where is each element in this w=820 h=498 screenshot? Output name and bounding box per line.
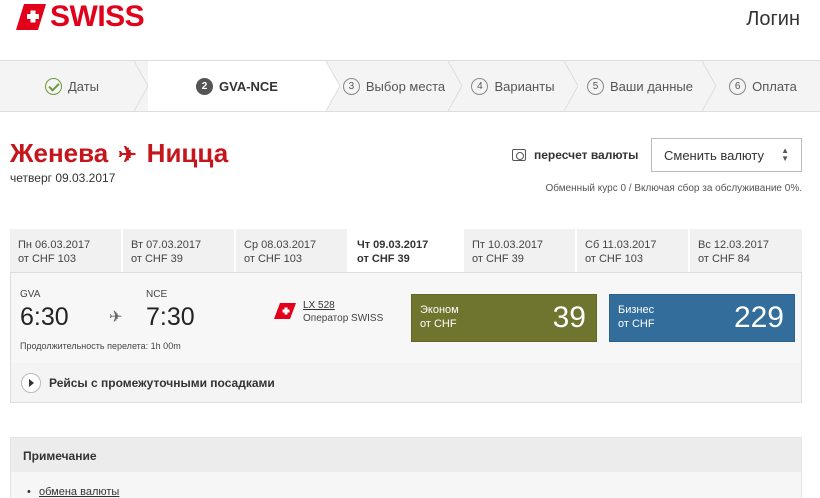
step-number: 3: [342, 77, 360, 95]
step-label: GVA-NCE: [219, 78, 278, 94]
step-number: 5: [587, 77, 605, 95]
date-tab-day: Чт 09.03.2017: [357, 239, 429, 251]
date-tab-price: от CHF 84: [698, 253, 750, 265]
date-tab[interactable]: Вт 07.03.2017 от CHF 39: [123, 229, 234, 272]
step-separator: [448, 61, 462, 111]
step-payment[interactable]: 6 Оплата: [716, 61, 810, 111]
bullet-icon: •: [27, 486, 31, 498]
expand-arrow-icon[interactable]: [21, 372, 41, 393]
step-seat-selection[interactable]: 3 Выбор места: [340, 61, 448, 111]
login-link[interactable]: Логин: [746, 8, 800, 31]
economy-fare-button[interactable]: Эконом от CHF 39: [411, 294, 597, 342]
date-tab-day: Ср 08.03.2017: [244, 239, 317, 251]
flight-row: GVA 6:30 ✈ NCE 7:30 Продолжительность пе…: [11, 273, 801, 363]
swiss-logo[interactable]: SWISS: [12, 0, 152, 33]
arrival-code: NCE: [146, 289, 168, 300]
step-options[interactable]: 4 Варианты: [462, 61, 564, 111]
currency-convert-link[interactable]: пересчет валюты: [512, 148, 638, 162]
date-tab[interactable]: Пн 06.03.2017 от CHF 103: [10, 229, 121, 272]
note-title: Примечание: [11, 438, 801, 472]
flight-card: GVA 6:30 ✈ NCE 7:30 Продолжительность пе…: [10, 272, 802, 403]
check-circle-icon: [44, 77, 62, 95]
step-label: Ваши данные: [610, 78, 693, 94]
currency-select-label: Сменить валюту: [664, 148, 764, 163]
date-tab-price: от CHF 39: [131, 253, 183, 265]
step-label: Выбор места: [365, 78, 446, 94]
airplane-icon: ✈: [109, 309, 123, 326]
departure-time: 6:30: [20, 303, 69, 331]
currency-select[interactable]: Сменить валюту ▲ ▼: [651, 138, 802, 172]
step-label: Варианты: [494, 78, 555, 94]
date-tab[interactable]: Ср 08.03.2017 от CHF 103: [236, 229, 347, 272]
exchange-rate-note: Обменный курс 0 / Включая сбор за обслуж…: [545, 183, 802, 194]
step-number: 2: [196, 77, 213, 95]
step-number: 4: [471, 77, 489, 95]
fare-price: 39: [552, 301, 586, 334]
header: SWISS Логин: [0, 0, 820, 60]
step-separator: [564, 61, 578, 111]
step-route[interactable]: 2 GVA-NCE: [148, 61, 326, 111]
step-label: Даты: [67, 78, 100, 94]
destination-city: Ницца: [146, 138, 229, 168]
brand-name: SWISS: [50, 0, 145, 33]
select-arrows-icon: ▲ ▼: [781, 146, 789, 163]
origin-city: Женева: [10, 138, 109, 168]
step-label: Оплата: [752, 78, 797, 94]
swiss-flag-icon: [16, 4, 46, 30]
step-separator: [326, 61, 340, 111]
date-tab-price: от CHF 39: [472, 253, 524, 265]
date-tab-price: от CHF 39: [357, 253, 410, 265]
date-tabs: Пн 06.03.2017 от CHF 103 Вт 07.03.2017 о…: [10, 229, 802, 272]
connecting-flights-toggle[interactable]: Рейсы с промежуточными посадками: [11, 363, 801, 402]
date-tab[interactable]: Пт 10.03.2017 от CHF 39: [464, 229, 575, 272]
date-tab-day: Пт 10.03.2017: [472, 239, 544, 251]
currency-convert-label: пересчет валюты: [534, 148, 639, 162]
flight-number-link[interactable]: LX 528: [303, 300, 335, 311]
date-tab-day: Пн 06.03.2017: [18, 239, 91, 251]
date-tab-price: от CHF 103: [18, 253, 76, 265]
travel-date: четверг 09.03.2017: [10, 171, 116, 185]
route-title: Женева ✈ Ницца: [10, 138, 228, 169]
flight-operator: Оператор SWISS: [303, 313, 384, 324]
business-fare-button[interactable]: Бизнес от CHF 229: [609, 294, 795, 342]
step-separator: [134, 61, 148, 111]
date-tab-price: от CHF 103: [585, 253, 643, 265]
step-your-details[interactable]: 5 Ваши данные: [578, 61, 702, 111]
date-tab-day: Сб 11.03.2017: [585, 239, 657, 251]
departure-code: GVA: [20, 289, 41, 300]
swiss-tail-icon: [274, 303, 296, 319]
date-tab-price: от CHF 103: [244, 253, 302, 265]
flight-duration: Продолжительность перелета: 1h 00m: [20, 341, 181, 351]
currency-exchange-link[interactable]: обмена валюты: [39, 486, 119, 498]
date-tab-selected[interactable]: Чт 09.03.2017 от CHF 39: [349, 229, 462, 272]
date-tab[interactable]: Сб 11.03.2017 от CHF 103: [577, 229, 688, 272]
date-tab-day: Вт 07.03.2017: [131, 239, 202, 251]
date-tab[interactable]: Вс 12.03.2017 от CHF 84: [690, 229, 802, 272]
currency-icon: [512, 149, 526, 161]
progress-steps: Даты 2 GVA-NCE 3 Выбор места 4 Варианты: [0, 60, 820, 112]
fare-price: 229: [733, 301, 784, 334]
connecting-flights-label: Рейсы с промежуточными посадками: [49, 375, 275, 390]
date-tab-day: Вс 12.03.2017: [698, 239, 769, 251]
note-section: Примечание • обмена валюты: [10, 437, 802, 498]
arrival-time: 7:30: [146, 303, 195, 331]
airplane-icon: ✈: [118, 142, 137, 167]
step-number: 6: [729, 77, 747, 95]
step-dates[interactable]: Даты: [10, 61, 134, 111]
step-separator: [702, 61, 716, 111]
